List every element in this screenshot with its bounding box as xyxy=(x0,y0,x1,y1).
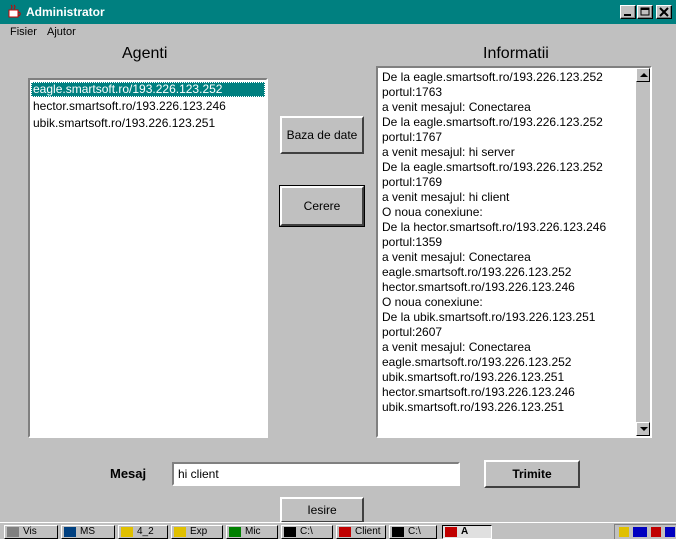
taskbar-label: 4_2 xyxy=(137,526,154,537)
scroll-up-button[interactable] xyxy=(636,68,650,82)
taskbar-button[interactable]: Exp xyxy=(171,525,223,539)
taskbar-button[interactable]: C:\ xyxy=(281,525,333,539)
java-icon xyxy=(339,527,351,537)
info-line: hector.smartsoft.ro/193.226.123.246 xyxy=(382,280,575,294)
menu-ajutor[interactable]: Ajutor xyxy=(47,26,76,38)
message-input[interactable]: hi client xyxy=(172,462,460,486)
info-text-area[interactable]: De la eagle.smartsoft.ro/193.226.123.252… xyxy=(376,66,652,438)
info-line: ubik.smartsoft.ro/193.226.123.251 xyxy=(382,400,565,414)
info-line: eagle.smartsoft.ro/193.226.123.252 xyxy=(382,355,572,369)
arrow-down-icon xyxy=(640,427,648,431)
info-line: O noua conexiune: xyxy=(382,295,483,309)
menu-bar: Fisier Ajutor xyxy=(0,24,676,42)
tray-icon[interactable] xyxy=(665,527,675,537)
taskbar-button-active[interactable]: A xyxy=(442,525,492,539)
info-line: a venit mesajul: Conectarea xyxy=(382,100,531,114)
agent-list-item[interactable]: eagle.smartsoft.ro/193.226.123.252 xyxy=(31,82,265,97)
exit-button[interactable]: Iesire xyxy=(280,497,364,523)
info-line: portul:1769 xyxy=(382,175,443,189)
terminal-icon xyxy=(392,527,404,537)
info-line: a venit mesajul: Conectarea xyxy=(382,340,531,354)
taskbar-label: C:\ xyxy=(408,526,421,537)
minimize-icon xyxy=(624,14,631,16)
close-icon xyxy=(659,7,669,17)
taskbar-button[interactable]: C:\ xyxy=(389,525,437,539)
app-icon xyxy=(7,527,19,537)
minimize-button[interactable] xyxy=(620,5,636,19)
info-line: portul:1359 xyxy=(382,235,443,249)
info-line: a venit mesajul: hi server xyxy=(382,145,515,159)
info-line: De la eagle.smartsoft.ro/193.226.123.252 xyxy=(382,115,603,129)
title-bar[interactable]: Administrator xyxy=(0,0,676,24)
taskbar-label: Exp xyxy=(190,526,208,537)
taskbar-label: Vis xyxy=(23,526,37,537)
info-line: portul:1763 xyxy=(382,85,443,99)
app-icon xyxy=(64,527,76,537)
taskbar-label: A xyxy=(461,526,469,537)
folder-icon xyxy=(121,527,133,537)
tray-icon[interactable] xyxy=(619,527,629,537)
menu-fisier[interactable]: Fisier xyxy=(10,26,37,38)
taskbar-button[interactable]: MS xyxy=(61,525,115,539)
info-line: a venit mesajul: hi client xyxy=(382,190,510,204)
info-line: hector.smartsoft.ro/193.226.123.246 xyxy=(382,385,575,399)
request-button[interactable]: Cerere xyxy=(279,185,365,227)
taskbar-button[interactable]: Vis xyxy=(4,525,58,539)
window-title: Administrator xyxy=(26,5,105,19)
info-line: ubik.smartsoft.ro/193.226.123.251 xyxy=(382,370,565,384)
tray-icon[interactable] xyxy=(633,527,647,537)
info-scrollbar[interactable] xyxy=(636,68,650,436)
system-tray xyxy=(614,524,676,539)
info-line: portul:1767 xyxy=(382,130,443,144)
app-icon xyxy=(229,527,241,537)
taskbar-button[interactable]: Mic xyxy=(226,525,278,539)
taskbar-label: C:\ xyxy=(300,526,313,537)
info-line: eagle.smartsoft.ro/193.226.123.252 xyxy=(382,265,572,279)
terminal-icon xyxy=(284,527,296,537)
scroll-down-button[interactable] xyxy=(636,422,650,436)
info-line: portul:2607 xyxy=(382,325,443,339)
taskbar-button[interactable]: Client xyxy=(336,525,386,539)
taskbar-button[interactable]: 4_2 xyxy=(118,525,168,539)
arrow-up-icon xyxy=(640,73,648,77)
database-button[interactable]: Baza de date xyxy=(280,116,364,154)
info-log: De la eagle.smartsoft.ro/193.226.123.252… xyxy=(382,70,634,432)
agent-list[interactable]: eagle.smartsoft.ro/193.226.123.252 hecto… xyxy=(28,78,268,438)
info-line: De la eagle.smartsoft.ro/193.226.123.252 xyxy=(382,160,603,174)
taskbar-label: Mic xyxy=(245,526,261,537)
tray-icon[interactable] xyxy=(651,527,661,537)
maximize-icon xyxy=(640,7,650,16)
agents-heading: Agenti xyxy=(122,45,168,62)
java-icon xyxy=(445,527,457,537)
info-line: De la hector.smartsoft.ro/193.226.123.24… xyxy=(382,220,607,234)
info-line: a venit mesajul: Conectarea xyxy=(382,250,531,264)
info-line: De la ubik.smartsoft.ro/193.226.123.251 xyxy=(382,310,596,324)
agent-list-item[interactable]: hector.smartsoft.ro/193.226.123.246 xyxy=(31,99,265,114)
taskbar-label: MS xyxy=(80,526,95,537)
send-button[interactable]: Trimite xyxy=(484,460,580,488)
close-button[interactable] xyxy=(656,5,672,19)
info-line: O noua conexiune: xyxy=(382,205,483,219)
info-line: De la eagle.smartsoft.ro/193.226.123.252 xyxy=(382,70,603,84)
java-app-icon xyxy=(8,4,21,18)
maximize-button[interactable] xyxy=(637,5,653,19)
folder-icon xyxy=(174,527,186,537)
message-label: Mesaj xyxy=(110,466,147,481)
taskbar: Vis MS 4_2 Exp Mic C:\ Client C:\ A xyxy=(0,522,676,539)
taskbar-label: Client xyxy=(355,526,381,537)
agent-list-item[interactable]: ubik.smartsoft.ro/193.226.123.251 xyxy=(31,116,265,131)
info-heading: Informatii xyxy=(483,45,549,62)
